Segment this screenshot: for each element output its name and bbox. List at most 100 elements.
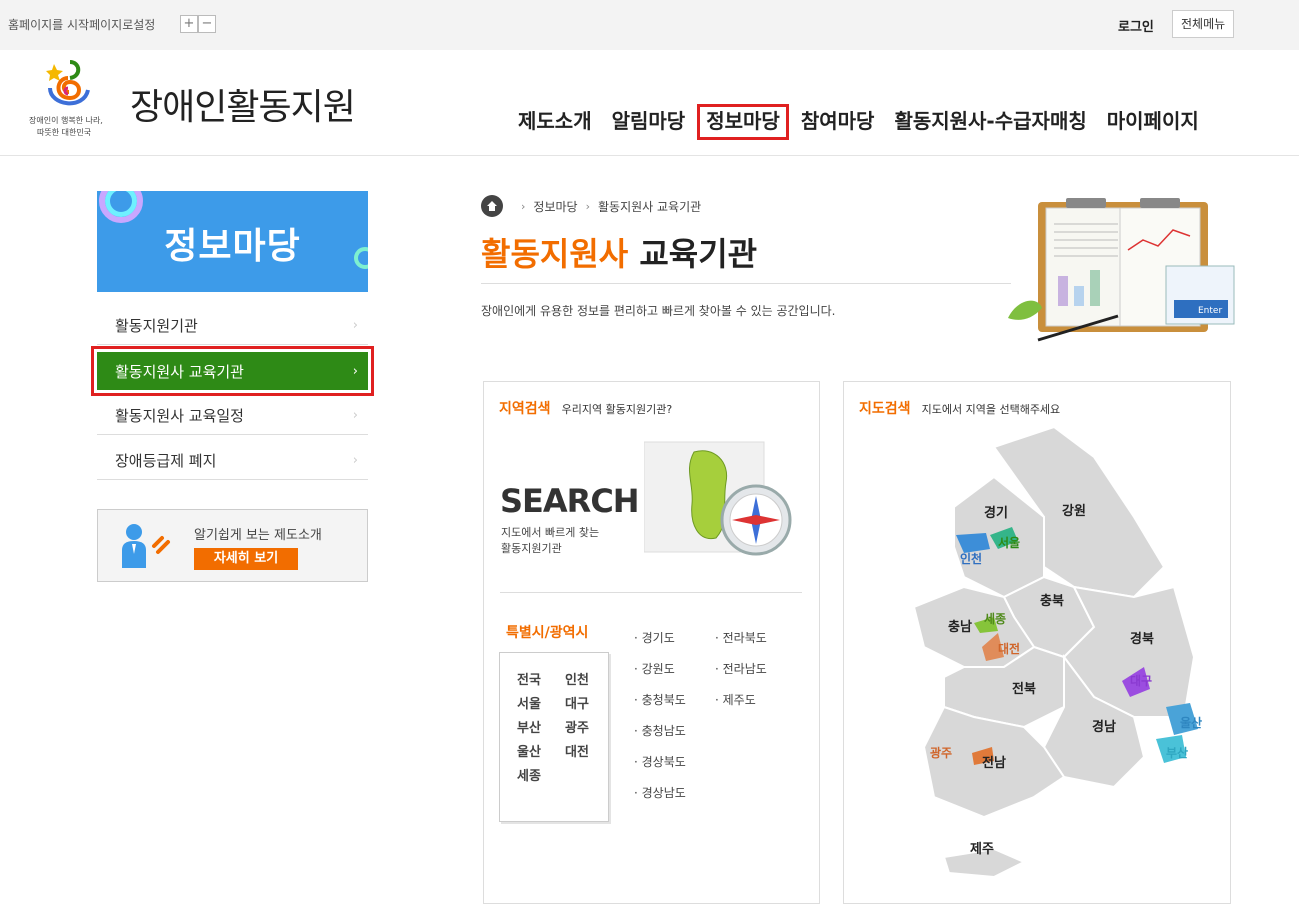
system-guide-box: 알기쉽게 보는 제도소개 자세히 보기 <box>97 509 368 582</box>
map-label-chungnam: 충남 <box>948 619 972 635</box>
province-link[interactable]: · 경상남도 <box>634 783 686 814</box>
logo-slogan-line1: 장애인이 행복한 나라, <box>29 116 103 125</box>
breadcrumb-separator: › <box>585 199 590 213</box>
region-search-subtitle: 우리지역 활동지원기관? <box>561 403 673 416</box>
province-link[interactable]: · 경상북도 <box>634 752 686 783</box>
search-caption-line1: 지도에서 빠르게 찾는 <box>501 526 600 539</box>
map-label-ulsan: 울산 <box>1180 715 1202 730</box>
map-label-gangwon: 강원 <box>1062 503 1086 519</box>
view-details-button[interactable]: 자세히 보기 <box>194 548 298 570</box>
metro-link[interactable]: 전국 <box>517 671 565 691</box>
chevron-right-icon: › <box>352 318 358 333</box>
metro-link[interactable]: 대전 <box>565 743 613 763</box>
nav-item-mypage[interactable]: 마이페이지 <box>1099 104 1207 140</box>
page-title: 활동지원사 교육기관 <box>481 229 757 275</box>
zoom-controls: + − <box>180 15 216 33</box>
map-label-daejeon: 대전 <box>998 641 1020 656</box>
sidebar-banner: 정보마당 <box>97 191 368 292</box>
login-link[interactable]: 로그인 <box>1118 16 1154 35</box>
province-link[interactable]: · 전라북도 <box>715 628 767 659</box>
set-homepage-link[interactable]: 홈페이지를 시작페이지로설정 <box>8 16 155 33</box>
province-link[interactable]: · 충청북도 <box>634 690 686 721</box>
map-label-jeonbuk: 전북 <box>1012 681 1036 697</box>
logo-slogan-line2: 따뜻한 대한민국 <box>37 128 92 137</box>
map-search-header: 지도검색 지도에서 지역을 선택해주세요 <box>859 398 1060 418</box>
sidebar-item-label: 장애등급제 폐지 <box>115 452 217 470</box>
sidebar-item-training-schedule[interactable]: 활동지원사 교육일정 › <box>97 397 368 435</box>
province-link[interactable]: · 강원도 <box>634 659 686 690</box>
person-icon <box>122 524 170 568</box>
title-divider <box>481 283 1011 284</box>
map-search-title: 지도검색 <box>859 401 911 417</box>
map-label-seoul: 서울 <box>998 535 1020 550</box>
map-search-subtitle: 지도에서 지역을 선택해주세요 <box>921 403 1061 416</box>
page-title-rest: 교육기관 <box>628 235 758 273</box>
region-search-header: 지역검색 우리지역 활동지원기관? <box>499 398 672 418</box>
map-label-gyeonggi: 경기 <box>984 505 1008 521</box>
metro-link[interactable]: 세종 <box>517 767 565 787</box>
sidebar-item-training-institutions[interactable]: 활동지원사 교육기관 › <box>91 346 374 396</box>
province-link[interactable]: · 충청남도 <box>634 721 686 752</box>
province-list: · 전라북도 · 전라남도 · 제주도 <box>715 628 767 721</box>
region-search-panel: 지역검색 우리지역 활동지원기관? SEARCH 지도에서 빠르게 찾는 활동지… <box>483 381 820 904</box>
province-link[interactable]: · 전라남도 <box>715 659 767 690</box>
header-divider <box>0 155 1299 156</box>
nav-item-system-intro[interactable]: 제도소개 <box>510 104 600 140</box>
chevron-right-icon: › <box>352 363 358 379</box>
map-label-jeonnam: 전남 <box>982 755 1006 771</box>
metro-link[interactable]: 인천 <box>565 671 613 691</box>
korea-map: 경기 강원 충북 충남 경북 전북 경남 전남 제주 서울 인천 세종 대전 대… <box>912 425 1202 879</box>
metro-title: 특별시/광역시 <box>506 625 589 641</box>
region-search-title: 지역검색 <box>499 401 551 417</box>
breadcrumb: › 정보마당 › 활동지원사 교육기관 <box>481 195 701 217</box>
sidebar-title: 정보마당 <box>164 226 301 267</box>
metro-link[interactable]: 부산 <box>517 719 565 739</box>
page-title-highlight: 활동지원사 <box>481 235 629 273</box>
map-label-incheon: 인천 <box>960 551 982 566</box>
map-label-gyeongbuk: 경북 <box>1130 631 1154 647</box>
chevron-right-icon: › <box>352 453 358 468</box>
map-label-sejong: 세종 <box>984 611 1006 626</box>
nav-item-matching[interactable]: 활동지원사-수급자매칭 <box>886 104 1094 140</box>
map-label-jeju: 제주 <box>970 842 994 857</box>
province-link[interactable]: · 경기도 <box>634 628 686 659</box>
site-logo-title[interactable]: 장애인활동지원 <box>130 78 356 130</box>
main-navigation: 제도소개 알림마당 정보마당 참여마당 활동지원사-수급자매칭 마이페이지 <box>510 104 1211 140</box>
metro-grid: 전국 인천 서울 대구 부산 광주 울산 대전 세종 <box>517 671 613 787</box>
map-label-busan: 부산 <box>1166 745 1188 760</box>
province-list: · 경기도 · 강원도 · 충청북도 · 충청남도 · 경상북도 · 경상남도 <box>634 628 686 814</box>
nav-item-participation[interactable]: 참여마당 <box>793 104 883 140</box>
map-search-panel: 지도검색 지도에서 지역을 선택해주세요 경기 강원 충북 충남 경북 전북 경… <box>843 381 1231 904</box>
sidebar-item-grade-abolition[interactable]: 장애등급제 폐지 › <box>97 442 368 480</box>
zoom-in-button[interactable]: + <box>180 15 198 33</box>
search-caption-line2: 활동지원기관 <box>501 542 562 555</box>
sidebar-item-label: 활동지원사 교육일정 <box>115 407 244 425</box>
sidebar-item-label: 활동지원기관 <box>115 317 198 335</box>
logo-icon[interactable] <box>40 58 96 114</box>
top-utility-bar: 홈페이지를 시작페이지로설정 + − 로그인 전체메뉴 <box>0 0 1299 50</box>
map-compass-icon <box>644 441 792 556</box>
breadcrumb-separator: › <box>521 199 526 213</box>
metro-link[interactable]: 서울 <box>517 695 565 715</box>
chevron-right-icon: › <box>352 408 358 423</box>
metro-link[interactable]: 울산 <box>517 743 565 763</box>
home-icon[interactable] <box>481 195 503 217</box>
map-label-gwangju: 광주 <box>930 745 952 760</box>
metro-link[interactable]: 광주 <box>565 719 613 739</box>
nav-item-notice[interactable]: 알림마당 <box>604 104 694 140</box>
breadcrumb-item[interactable]: 정보마당 <box>533 198 577 215</box>
breadcrumb-item[interactable]: 활동지원사 교육기관 <box>598 198 701 215</box>
sidebar-item-label: 활동지원사 교육기관 <box>115 362 244 381</box>
sidebar-menu: 활동지원기관 › 활동지원사 교육기관 › 활동지원사 교육일정 › 장애등급제… <box>91 307 374 487</box>
metro-link[interactable]: 대구 <box>565 695 613 715</box>
province-link[interactable]: · 제주도 <box>715 690 767 721</box>
metro-list-box: 전국 인천 서울 대구 부산 광주 울산 대전 세종 <box>499 652 609 822</box>
all-menu-button[interactable]: 전체메뉴 <box>1172 10 1235 38</box>
map-label-chungbuk: 충북 <box>1040 593 1064 609</box>
nav-item-info[interactable]: 정보마당 <box>697 104 789 140</box>
guide-label: 알기쉽게 보는 제도소개 <box>194 528 322 543</box>
zoom-out-button[interactable]: − <box>198 15 216 33</box>
map-label-daegu: 대구 <box>1130 674 1152 688</box>
panel-divider <box>500 592 802 593</box>
sidebar-item-support-agencies[interactable]: 활동지원기관 › <box>97 307 368 345</box>
